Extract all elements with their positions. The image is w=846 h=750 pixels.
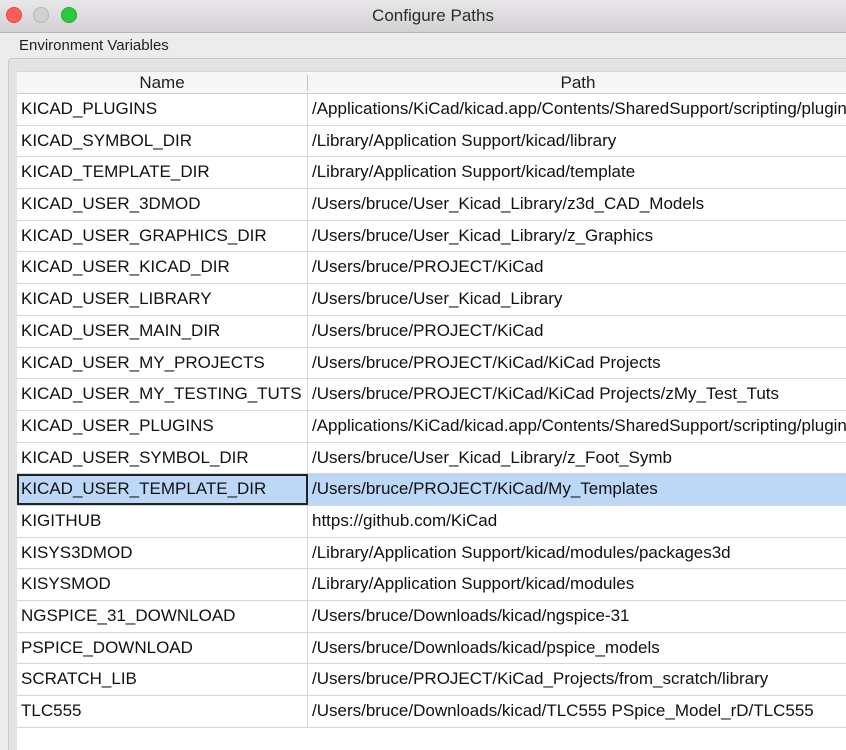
variable-name-cell[interactable]: KICAD_PLUGINS <box>17 94 308 125</box>
variable-path-cell[interactable]: /Users/bruce/Downloads/kicad/TLC555 PSpi… <box>308 696 846 727</box>
variable-name-cell[interactable]: KICAD_USER_MY_PROJECTS <box>17 347 308 379</box>
configure-paths-window: Configure Paths Environment Variables Na… <box>0 0 846 750</box>
variable-path-cell[interactable]: /Users/bruce/Downloads/kicad/ngspice-31 <box>308 601 846 632</box>
variable-path-cell[interactable]: /Library/Application Support/kicad/templ… <box>308 157 846 188</box>
table-row[interactable]: KICAD_PLUGINS/Applications/KiCad/kicad.a… <box>17 94 846 126</box>
table-row[interactable]: SCRATCH_LIB/Users/bruce/PROJECT/KiCad_Pr… <box>17 664 846 697</box>
variable-path-cell[interactable]: /Users/bruce/User_Kicad_Library/z_Foot_S… <box>308 443 846 474</box>
variable-path-cell[interactable]: /Library/Application Support/kicad/libra… <box>308 126 846 157</box>
table-row[interactable]: KICAD_USER_TEMPLATE_DIR/Users/bruce/PROJ… <box>17 474 846 506</box>
variable-name-cell[interactable]: TLC555 <box>17 696 308 727</box>
variable-name-cell[interactable]: KIGITHUB <box>17 505 308 537</box>
window-title: Configure Paths <box>372 6 494 25</box>
variable-name-cell[interactable]: KICAD_USER_TEMPLATE_DIR <box>17 474 308 505</box>
variable-name-cell[interactable]: KICAD_USER_KICAD_DIR <box>17 252 308 284</box>
variable-name-cell[interactable]: NGSPICE_31_DOWNLOAD <box>17 601 308 632</box>
grid-rows: KICAD_PLUGINS/Applications/KiCad/kicad.a… <box>17 94 846 728</box>
column-header-name[interactable]: Name <box>17 72 307 94</box>
variable-path-cell[interactable]: /Library/Application Support/kicad/modul… <box>308 538 846 569</box>
variable-name-cell[interactable]: KICAD_USER_MAIN_DIR <box>17 315 308 347</box>
table-row[interactable]: KICAD_USER_LIBRARY/Users/bruce/User_Kica… <box>17 284 846 316</box>
variable-name-cell[interactable]: KICAD_SYMBOL_DIR <box>17 125 308 157</box>
variable-name-cell[interactable]: KICAD_TEMPLATE_DIR <box>17 157 308 189</box>
table-row[interactable]: KISYS3DMOD/Library/Application Support/k… <box>17 537 846 570</box>
title-bar: Configure Paths <box>0 0 846 33</box>
environment-variables-grid[interactable]: Name Path KICAD_PLUGINS/Applications/KiC… <box>17 71 846 750</box>
table-row[interactable]: KICAD_USER_SYMBOL_DIR/Users/bruce/User_K… <box>17 442 846 475</box>
table-row[interactable]: KICAD_USER_MY_PROJECTS/Users/bruce/PROJE… <box>17 347 846 380</box>
variable-path-cell[interactable]: /Users/bruce/User_Kicad_Library/z3d_CAD_… <box>308 189 846 220</box>
variable-name-cell[interactable]: KISYS3DMOD <box>17 537 308 569</box>
table-row[interactable]: KICAD_USER_3DMOD/Users/bruce/User_Kicad_… <box>17 189 846 221</box>
variable-name-cell[interactable]: KICAD_USER_3DMOD <box>17 189 308 220</box>
variable-path-cell[interactable]: /Users/bruce/PROJECT/KiCad_Projects/from… <box>308 664 846 695</box>
environment-variables-label: Environment Variables <box>19 37 169 54</box>
table-row[interactable]: TLC555/Users/bruce/Downloads/kicad/TLC55… <box>17 696 846 728</box>
variable-path-cell[interactable]: /Users/bruce/User_Kicad_Library <box>308 284 846 315</box>
table-row[interactable]: KISYSMOD/Library/Application Support/kic… <box>17 569 846 601</box>
variable-path-cell[interactable]: /Users/bruce/PROJECT/KiCad <box>308 316 846 347</box>
variable-path-cell[interactable]: /Library/Application Support/kicad/modul… <box>308 569 846 600</box>
column-header-path[interactable]: Path <box>308 72 846 94</box>
variable-name-cell[interactable]: KICAD_USER_LIBRARY <box>17 284 308 315</box>
variable-path-cell[interactable]: https://github.com/KiCad <box>308 506 846 537</box>
variable-name-cell[interactable]: PSPICE_DOWNLOAD <box>17 632 308 664</box>
variable-path-cell[interactable]: /Users/bruce/PROJECT/KiCad/KiCad Project… <box>308 348 846 379</box>
table-row[interactable]: KIGITHUB https://github.com/KiCad <box>17 505 846 538</box>
variable-path-cell[interactable]: /Users/bruce/Downloads/kicad/pspice_mode… <box>308 633 846 664</box>
table-row[interactable]: KICAD_USER_GRAPHICS_DIR/Users/bruce/User… <box>17 220 846 253</box>
table-row[interactable]: PSPICE_DOWNLOAD/Users/bruce/Downloads/ki… <box>17 632 846 665</box>
variable-path-cell[interactable]: /Users/bruce/User_Kicad_Library/z_Graphi… <box>308 221 846 252</box>
variable-name-cell[interactable]: KICAD_USER_PLUGINS <box>17 410 308 442</box>
variable-name-cell[interactable]: KISYSMOD <box>17 569 308 600</box>
variable-name-cell[interactable]: KICAD_USER_GRAPHICS_DIR <box>17 220 308 252</box>
variable-path-cell[interactable]: /Applications/KiCad/kicad.app/Contents/S… <box>308 94 846 125</box>
table-row[interactable]: NGSPICE_31_DOWNLOAD/Users/bruce/Download… <box>17 601 846 633</box>
table-row[interactable]: KICAD_USER_PLUGINS/Applications/KiCad/ki… <box>17 410 846 443</box>
variable-path-cell[interactable]: /Users/bruce/PROJECT/KiCad <box>308 252 846 283</box>
table-row[interactable]: KICAD_TEMPLATE_DIR/Library/Application S… <box>17 157 846 190</box>
variable-name-cell[interactable]: KICAD_USER_MY_TESTING_TUTS <box>17 379 308 410</box>
table-row[interactable]: KICAD_USER_KICAD_DIR/Users/bruce/PROJECT… <box>17 252 846 285</box>
variable-name-cell[interactable]: KICAD_USER_SYMBOL_DIR <box>17 442 308 474</box>
variable-path-cell[interactable]: /Users/bruce/PROJECT/KiCad/My_Templates <box>308 474 846 505</box>
variable-path-cell[interactable]: /Users/bruce/PROJECT/KiCad/KiCad Project… <box>308 379 846 410</box>
variable-path-cell[interactable]: /Applications/KiCad/kicad.app/Contents/S… <box>308 411 846 442</box>
variable-name-cell[interactable]: SCRATCH_LIB <box>17 664 308 696</box>
table-row[interactable]: KICAD_SYMBOL_DIR/Library/Application Sup… <box>17 125 846 158</box>
table-row[interactable]: KICAD_USER_MY_TESTING_TUTS/Users/bruce/P… <box>17 379 846 411</box>
grid-header: Name Path <box>17 71 846 94</box>
table-row[interactable]: KICAD_USER_MAIN_DIR/Users/bruce/PROJECT/… <box>17 315 846 348</box>
